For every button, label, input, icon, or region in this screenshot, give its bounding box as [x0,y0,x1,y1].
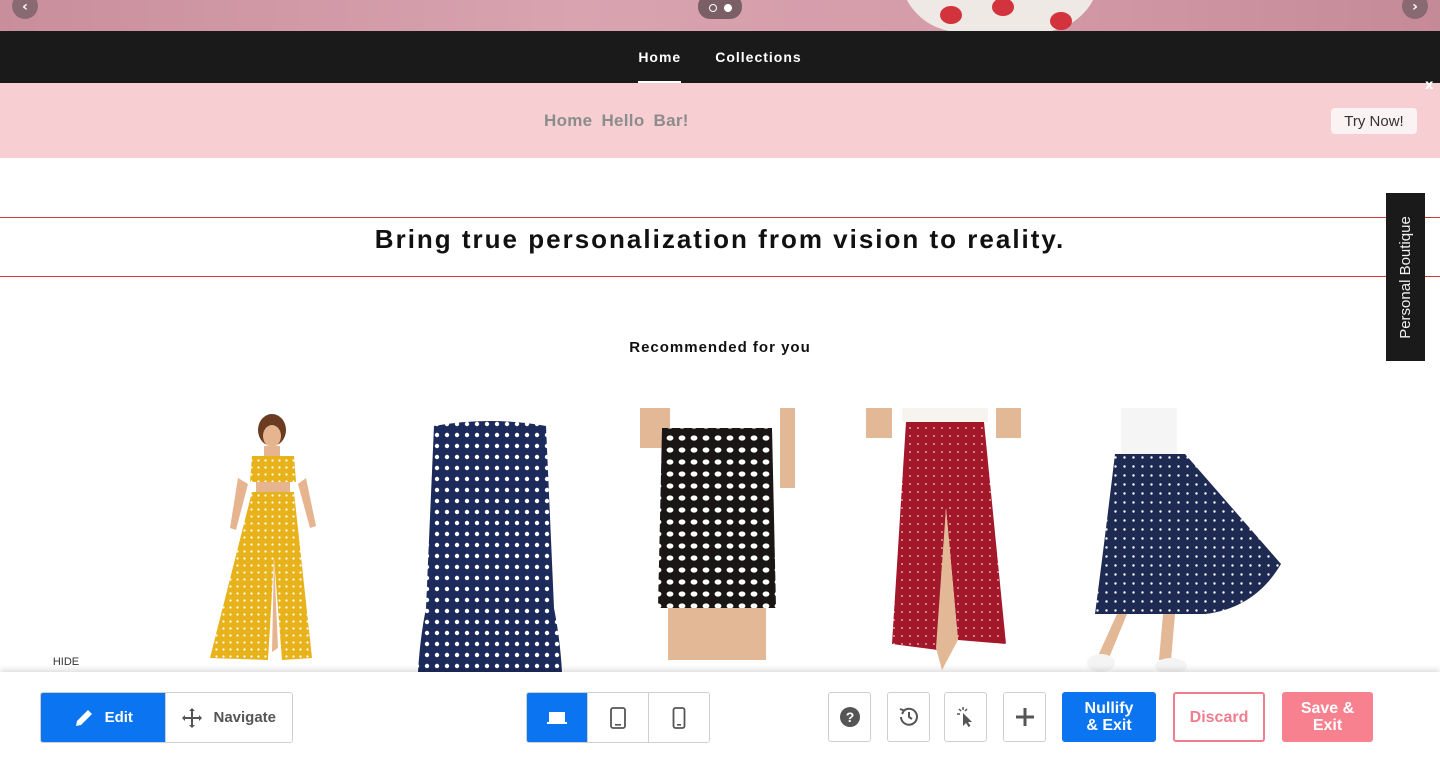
save-exit-button[interactable]: Save & Exit [1282,692,1373,742]
select-element-button[interactable] [944,692,987,742]
device-mobile-button[interactable] [649,693,709,742]
device-switch [526,692,710,743]
discard-button[interactable]: Discard [1173,692,1265,742]
page: ‹ › Home Collections Home Hello Bar! Try… [0,0,1440,762]
help-button[interactable]: ? [828,692,871,742]
navigate-mode-button[interactable]: Navigate [166,693,293,742]
product-image-navy-midi-skirt [1087,408,1281,674]
personal-boutique-label: Personal Boutique [1397,215,1414,339]
product-image-red-skirt [866,408,1021,670]
nav-item-collections[interactable]: Collections [715,31,801,83]
product-card[interactable] [866,408,1021,672]
slider-dot-active[interactable] [723,4,732,12]
nav-item-home[interactable]: Home [638,31,682,83]
hello-bar: Home Hello Bar! [0,83,1440,158]
mode-switch: Edit Navigate [40,692,293,743]
add-element-button[interactable] [1003,692,1046,742]
product-card[interactable] [192,408,347,672]
hide-toolbar-tab[interactable]: HIDE [40,652,92,672]
plus-icon [1015,708,1034,726]
hello-bar-text: Home Hello Bar! [544,111,689,130]
edit-mode-button[interactable]: Edit [41,693,166,742]
product-carousel [0,408,1440,674]
history-button[interactable] [887,692,930,742]
product-image-black-skirt [640,408,795,660]
edit-mode-label: Edit [104,709,133,726]
mobile-icon [672,706,686,729]
personal-boutique-tab[interactable]: Personal Boutique [1386,193,1425,361]
slider-dots [698,0,742,19]
nullify-exit-button[interactable]: Nullify & Exit [1062,692,1156,742]
product-card[interactable] [412,408,567,672]
hero-slider: ‹ › [0,0,1440,31]
device-tablet-button[interactable] [588,693,649,742]
device-desktop-button[interactable] [527,693,588,742]
move-arrows-icon [182,707,203,728]
help-icon: ? [839,707,860,727]
tablet-icon [610,706,626,729]
navigate-mode-label: Navigate [213,709,277,726]
pointer-click-icon [956,707,972,727]
slider-dot[interactable] [708,4,717,12]
hero-image [900,0,1100,31]
try-now-button[interactable]: Try Now! [1331,108,1417,134]
svg-text:?: ? [845,709,854,725]
tagline: Bring true personalization from vision t… [374,224,1066,254]
product-image-yellow-dress [210,414,316,660]
main-nav: Home Collections [0,31,1440,83]
laptop-icon [547,711,567,724]
tagline-section[interactable]: Bring true personalization from vision t… [0,217,1440,277]
chevron-right-icon[interactable]: › [1402,0,1428,19]
product-card[interactable] [1075,408,1285,674]
chevron-left-icon[interactable]: ‹ [12,0,38,19]
product-card[interactable] [640,408,795,672]
recommended-title: Recommended for you [629,339,811,356]
hello-bar-close-icon[interactable]: x [1425,78,1433,93]
product-image-navy-skirt [418,421,562,672]
history-icon [899,707,918,726]
pencil-icon [75,709,92,726]
